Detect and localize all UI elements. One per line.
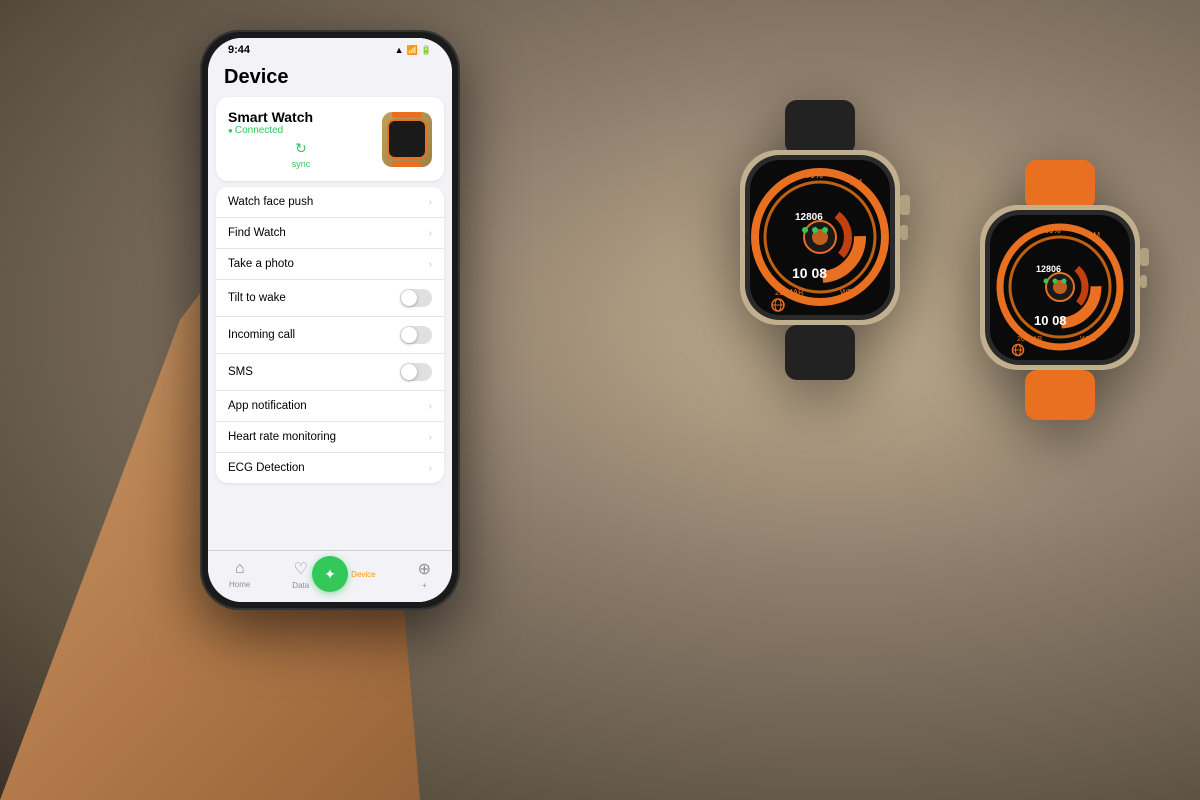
menu-item-label: Take a photo — [228, 258, 429, 270]
tab-home-label: Home — [229, 580, 250, 589]
status-time: 9:44 — [228, 44, 250, 56]
svg-text:12806: 12806 — [795, 212, 823, 223]
menu-item-find-watch[interactable]: Find Watch › — [216, 218, 444, 249]
tilt-to-wake-toggle[interactable] — [400, 289, 432, 307]
svg-text:100%: 100% — [1040, 226, 1060, 235]
strap-bottom — [392, 161, 422, 167]
status-bar: 9:44 ▲ 📶 🔋 — [208, 38, 452, 58]
sync-label: sync — [292, 159, 311, 169]
ecg-fab-button[interactable]: ✦ — [312, 556, 348, 592]
svg-text:AM: AM — [850, 178, 862, 187]
watch-orange: 100% AM 12806 10 08 26 MAR WED — [960, 160, 1160, 420]
menu-item-label: SMS — [228, 366, 400, 378]
watches-container: 100% AM 12806 10 08 28 MAR WED — [710, 100, 1160, 420]
watch-thumbnail — [382, 112, 432, 167]
svg-text:100%: 100% — [800, 170, 823, 180]
scene: 9:44 ▲ 📶 🔋 Device Smart Watch Connected — [0, 0, 1200, 800]
chevron-icon: › — [429, 432, 432, 443]
svg-text:WED: WED — [1080, 336, 1096, 343]
phone-screen: 9:44 ▲ 📶 🔋 Device Smart Watch Connected — [208, 38, 452, 602]
tab-home[interactable]: ⌂ Home — [229, 560, 250, 589]
menu-section: Watch face push › Find Watch › Take a ph… — [216, 187, 444, 483]
menu-item-label: Find Watch — [228, 227, 429, 239]
menu-item-label: ECG Detection — [228, 462, 429, 474]
sms-toggle[interactable] — [400, 363, 432, 381]
svg-text:28 MAR: 28 MAR — [775, 288, 804, 297]
menu-item-label: Watch face push — [228, 196, 429, 208]
menu-item-take-photo[interactable]: Take a photo › — [216, 249, 444, 280]
svg-text:10 08: 10 08 — [1034, 313, 1067, 328]
tab-data[interactable]: ♡ Data — [292, 559, 309, 590]
svg-text:10 08: 10 08 — [792, 265, 827, 281]
sync-icon: ↻ — [295, 140, 307, 157]
add-icon: ⊕ — [418, 559, 431, 579]
strap-top — [392, 112, 422, 118]
menu-item-incoming-call[interactable]: Incoming call — [216, 317, 444, 354]
tab-bar: ⌂ Home ♡ Data ✦ Device ⊕ + — [208, 550, 452, 602]
menu-item-tilt-to-wake[interactable]: Tilt to wake — [216, 280, 444, 317]
menu-item-heart-rate[interactable]: Heart rate monitoring › — [216, 422, 444, 453]
ecg-fab-icon: ✦ — [324, 566, 336, 583]
battery-icon: 🔋 — [421, 45, 432, 56]
chevron-icon: › — [429, 259, 432, 270]
device-name: Smart Watch — [228, 109, 374, 125]
wifi-icon: 📶 — [407, 45, 418, 56]
svg-text:26 MAR: 26 MAR — [1017, 336, 1042, 343]
svg-text:AM: AM — [1088, 231, 1100, 240]
tab-device[interactable]: ✦ Device — [351, 570, 375, 579]
tab-data-label: Data — [292, 581, 309, 590]
tab-add-label: + — [422, 581, 427, 590]
incoming-call-toggle[interactable] — [400, 326, 432, 344]
watch-orange-svg: 100% AM 12806 10 08 26 MAR WED — [960, 160, 1160, 420]
menu-item-watch-face-push[interactable]: Watch face push › — [216, 187, 444, 218]
device-status: Connected — [228, 125, 374, 136]
device-card[interactable]: Smart Watch Connected ↻ sync — [216, 97, 444, 181]
menu-item-app-notification[interactable]: App notification › — [216, 391, 444, 422]
home-icon: ⌂ — [235, 560, 245, 578]
watch-black-svg: 100% AM 12806 10 08 28 MAR WED — [710, 100, 930, 380]
watch-black: 100% AM 12806 10 08 28 MAR WED — [710, 100, 930, 380]
svg-text:12806: 12806 — [1036, 264, 1061, 274]
menu-item-label: App notification — [228, 400, 429, 412]
app-content: Device Smart Watch Connected ↻ sync — [208, 58, 452, 532]
menu-item-label: Incoming call — [228, 329, 400, 341]
status-icons: ▲ 📶 🔋 — [395, 45, 432, 56]
chevron-icon: › — [429, 401, 432, 412]
tab-add[interactable]: ⊕ + — [418, 559, 431, 590]
chevron-icon: › — [429, 228, 432, 239]
page-title: Device — [208, 58, 452, 93]
chevron-icon: › — [429, 197, 432, 208]
menu-item-label: Heart rate monitoring — [228, 431, 429, 443]
tab-device-label: Device — [351, 570, 375, 579]
phone: 9:44 ▲ 📶 🔋 Device Smart Watch Connected — [200, 30, 460, 610]
data-icon: ♡ — [294, 559, 308, 579]
device-info: Smart Watch Connected ↻ sync — [228, 109, 374, 169]
svg-text:WED: WED — [840, 288, 859, 297]
sync-button[interactable]: ↻ sync — [228, 140, 374, 169]
menu-item-sms[interactable]: SMS — [216, 354, 444, 391]
chevron-icon: › — [429, 463, 432, 474]
menu-item-ecg[interactable]: ECG Detection › — [216, 453, 444, 483]
signal-icon: ▲ — [395, 45, 404, 55]
menu-item-label: Tilt to wake — [228, 292, 400, 304]
